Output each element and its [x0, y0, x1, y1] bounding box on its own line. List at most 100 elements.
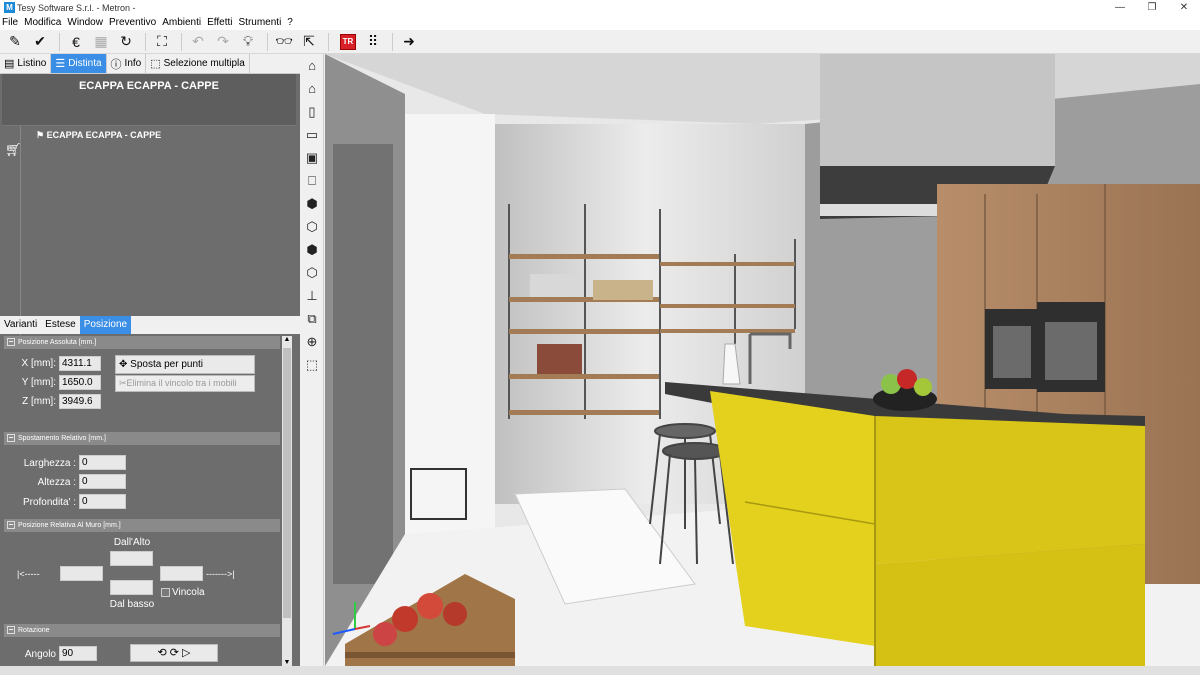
toolbar-separator [145, 32, 146, 51]
tab-selezione-multipla[interactable]: ⬚ Selezione multipla [146, 54, 250, 73]
grid-icon[interactable]: ⠿ [362, 32, 384, 52]
dal-basso-input[interactable] [110, 580, 153, 595]
checkmark-icon[interactable]: ✔ [29, 32, 51, 52]
vincola-checkbox[interactable] [161, 588, 170, 597]
menu-file[interactable]: File [2, 17, 18, 28]
metron-app-icon: M [4, 2, 15, 13]
dall-alto-input[interactable] [110, 551, 153, 566]
window-title: Tesy Software S.r.l. - Metron - [17, 2, 136, 13]
zoom-icon[interactable]: ⊕ [300, 330, 324, 353]
scroll-thumb[interactable] [283, 348, 291, 618]
house-outline-icon[interactable]: ⌂ [300, 77, 324, 100]
arrow-right-icon[interactable]: ➜ [398, 32, 420, 52]
elimina-vincolo-button[interactable]: ✂Elimina il vincolo tra i mobili [115, 375, 255, 392]
section-title: Spostamento Relativo [mm.] [18, 435, 106, 442]
distinta-item[interactable]: ⚑ ECAPPA ECAPPA - CAPPE [36, 130, 161, 141]
panel-tabs: ▤ Listino ☰ Distinta ⓘ Info ⬚ Selezione mult… [0, 54, 300, 74]
tab-estese[interactable]: Estese [41, 316, 80, 334]
menu-modifica[interactable]: Modifica [24, 17, 61, 28]
vertical-toolbar: ⌂ ⌂ ▯ ▭ ▣ ⎕ ⬢ ⬡ ⬢ ⬡ ⊥ ⧉ ⊕ ⬚ [300, 54, 324, 666]
distinta-item-label: ECAPPA ECAPPA - CAPPE [46, 130, 162, 140]
angolo-label: Angolo [24, 649, 56, 660]
right-distance-label: ------->| [206, 569, 235, 579]
altezza-input[interactable]: 0 [79, 474, 126, 489]
tab-posizione[interactable]: Posizione [79, 316, 132, 334]
menu-preventivo[interactable]: Preventivo [109, 17, 156, 28]
flip-icon[interactable]: ▷ [182, 647, 190, 659]
3d-viewport[interactable] [325, 54, 1200, 666]
sposta-label: Sposta per punti [130, 359, 203, 370]
menu-strumenti[interactable]: Strumenti [239, 17, 282, 28]
distinta-list-icon: ☰ [55, 58, 66, 70]
height-tool-icon[interactable]: ⊥ [300, 284, 324, 307]
multi-select-icon: ⬚ [150, 58, 161, 70]
scroll-down-icon[interactable]: ▼ [282, 659, 292, 666]
minimize-icon[interactable]: — [1104, 0, 1136, 15]
right-distance-input[interactable] [160, 566, 203, 581]
section-rotazione[interactable]: − Rotazione [4, 624, 280, 637]
z-input[interactable]: 3949.6 [59, 394, 101, 409]
window-icon[interactable]: ▭ [300, 123, 324, 146]
close-icon[interactable]: ✕ [1168, 0, 1200, 15]
menu-effetti[interactable]: Effetti [207, 17, 232, 28]
section-title: Rotazione [18, 627, 50, 634]
tab-label: Distinta [68, 58, 102, 69]
x-input[interactable]: 4311.1 [59, 356, 101, 371]
frame-icon[interactable]: ⧉ [300, 307, 324, 330]
scroll-up-icon[interactable]: ▲ [282, 336, 292, 343]
profondita-input[interactable]: 0 [79, 494, 126, 509]
flag-icon: ⚑ [36, 130, 45, 140]
tab-info[interactable]: ⓘ Info [107, 54, 147, 73]
euro-icon[interactable]: € [65, 32, 87, 52]
refresh-icon[interactable]: ↻ [115, 32, 137, 52]
cube-iso-3-icon[interactable]: ⬢ [300, 238, 324, 261]
undo-icon[interactable]: ↶ [187, 32, 209, 52]
menu-ambienti[interactable]: Ambienti [162, 17, 201, 28]
properties-scrollbar[interactable]: ▲ ▼ [282, 336, 292, 666]
tab-varianti[interactable]: Varianti [0, 316, 41, 334]
home-icon[interactable]: ⌂ [300, 54, 324, 77]
calculator-icon[interactable]: ▦ [90, 32, 112, 52]
section-posizione-assoluta[interactable]: − Posizione Assoluta [mm.] [4, 336, 280, 349]
cart-icon[interactable]: 🛒︎ [5, 142, 22, 158]
rotation-buttons[interactable]: ⟲ ⟳ ▷ [130, 644, 218, 662]
fullscreen-icon[interactable]: ⛶ [151, 32, 173, 52]
pencil-icon[interactable]: ✎ [4, 32, 26, 52]
measure-icon[interactable]: ⇱ [298, 32, 320, 52]
distinta-header-title: ECAPPA ECAPPA - CAPPE [79, 80, 219, 92]
redo-icon[interactable]: ↷ [212, 32, 234, 52]
larghezza-label: Larghezza : [23, 458, 76, 469]
menu-help[interactable]: ? [287, 17, 293, 28]
larghezza-input[interactable]: 0 [79, 455, 126, 470]
profondita-label: Profondita' : [22, 497, 76, 508]
bookmark-icon[interactable]: ⎕ [300, 169, 324, 192]
door-icon[interactable]: ▯ [300, 100, 324, 123]
cabinet-icon[interactable]: ▣ [300, 146, 324, 169]
sposta-per-punti-button[interactable]: ✥ Sposta per punti [115, 355, 255, 374]
section-posizione-muro[interactable]: − Posizione Relativa Al Muro [mm.] [4, 519, 280, 532]
toolbar-separator [267, 32, 268, 51]
cube-iso-4-icon[interactable]: ⬡ [300, 261, 324, 284]
angolo-input[interactable]: 90 [59, 646, 97, 661]
elimina-label: Elimina il vincolo tra i mobili [126, 378, 237, 388]
tab-label: Info [124, 58, 142, 69]
maximize-icon[interactable]: ❐ [1136, 0, 1168, 15]
move-points-icon: ✥ [119, 359, 128, 370]
section-spostamento-relativo[interactable]: − Spostamento Relativo [mm.] [4, 432, 280, 445]
toolbar-separator [59, 32, 60, 51]
cube-iso-1-icon[interactable]: ⬢ [300, 192, 324, 215]
tr-icon[interactable]: TR [340, 33, 356, 50]
rotate-ccw-icon[interactable]: ⟲ [157, 647, 166, 659]
left-panel: ▤ Listino ☰ Distinta ⓘ Info ⬚ Selezione mult… [0, 54, 300, 666]
box-3d-icon[interactable]: ⬚ [300, 353, 324, 376]
tab-listino[interactable]: ▤ Listino [0, 54, 52, 73]
rotate-cw-icon[interactable]: ⟳ [170, 647, 179, 659]
y-input[interactable]: 1650.0 [59, 375, 101, 390]
cube-iso-2-icon[interactable]: ⬡ [300, 215, 324, 238]
menu-window[interactable]: Window [67, 17, 103, 28]
glasses-icon[interactable]: 👓︎ [273, 32, 295, 52]
lightbulb-icon[interactable]: 💡︎ [237, 32, 259, 52]
tab-distinta[interactable]: ☰ Distinta [51, 54, 107, 73]
left-distance-input[interactable] [60, 566, 103, 581]
distinta-header: ECAPPA ECAPPA - CAPPE [2, 74, 296, 126]
